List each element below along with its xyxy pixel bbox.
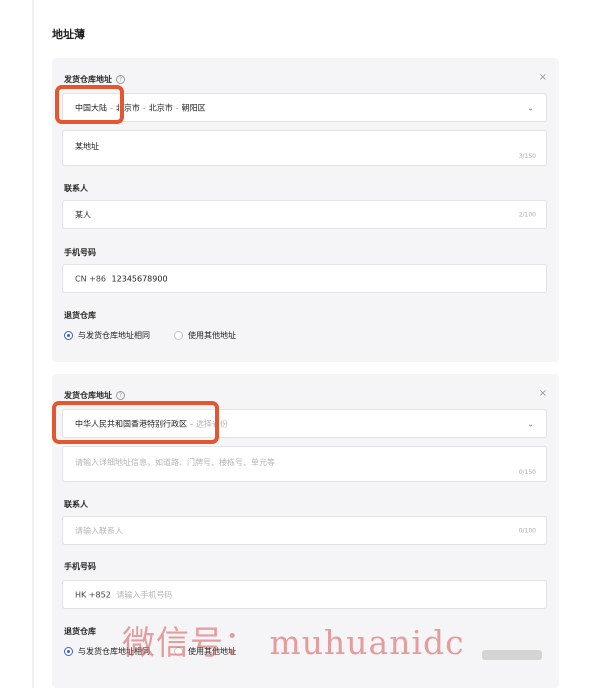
phone-value-wrap: HK +852 请输入手机号码: [75, 589, 172, 600]
region-select[interactable]: 中国大陆 - 北京市 - 北京市 - 朝阳区 ⌄: [62, 93, 547, 122]
help-icon[interactable]: ?: [116, 391, 125, 400]
phone-input[interactable]: HK +852 请输入手机号码: [62, 580, 547, 609]
phone-label: 手机号码: [64, 248, 96, 257]
contact-label: 联系人: [64, 500, 88, 509]
chevron-down-icon: ⌄: [527, 419, 534, 428]
address-detail-placeholder: 请输入详细地址信息，如道路、门牌号、楼栋号、单元等: [75, 458, 275, 467]
radio-selected-icon[interactable]: [64, 331, 73, 340]
address-card-1: 发货仓库地址 ? × 中国大陆 - 北京市 - 北京市 - 朝阳区 ⌄ 某地址 3/150 …: [52, 58, 559, 362]
radio-selected-icon[interactable]: [64, 647, 73, 656]
contact-value: 某人: [75, 210, 91, 219]
phone-placeholder: 请输入手机号码: [116, 590, 173, 599]
scrollbar-thumb[interactable]: [482, 650, 542, 660]
contact-input[interactable]: 请输入联系人 0/100: [62, 516, 547, 545]
phone-value-wrap: CN +86 12345678900: [75, 274, 168, 283]
contact-label: 联系人: [64, 184, 88, 193]
address-detail-input[interactable]: 某地址 3/150: [62, 130, 547, 166]
contact-char-counter: 0/100: [518, 527, 536, 534]
phone-country-code[interactable]: CN +86: [75, 274, 106, 283]
close-icon[interactable]: ×: [539, 73, 547, 83]
contact-char-counter: 2/100: [518, 211, 536, 218]
highlight-box-country: [55, 85, 124, 124]
chevron-down-icon: ⌄: [527, 103, 534, 112]
return-option-same[interactable]: 与发货仓库地址相同: [64, 330, 150, 341]
phone-country-code[interactable]: HK +852: [75, 590, 111, 599]
address-char-counter: 3/150: [518, 153, 536, 160]
address-detail-input[interactable]: 请输入详细地址信息，如道路、门牌号、楼栋号、单元等 0/150: [62, 446, 547, 482]
address-detail-value: 某地址: [75, 142, 99, 151]
contact-placeholder: 请输入联系人: [75, 526, 123, 535]
phone-input[interactable]: CN +86 12345678900: [62, 264, 547, 293]
warehouse-address-label-text: 发货仓库地址: [64, 75, 112, 84]
phone-label: 手机号码: [64, 562, 96, 571]
return-warehouse-label: 退货仓库: [64, 311, 96, 320]
radio-unselected-icon[interactable]: [174, 331, 183, 340]
contact-input[interactable]: 某人 2/100: [62, 200, 547, 229]
highlight-box-region: [52, 401, 219, 444]
return-warehouse-label: 退货仓库: [64, 627, 96, 636]
warehouse-address-label: 发货仓库地址 ?: [64, 74, 125, 85]
help-icon[interactable]: ?: [116, 75, 125, 84]
warehouse-address-label-text: 发货仓库地址: [64, 391, 112, 400]
warehouse-address-label: 发货仓库地址 ?: [64, 390, 125, 401]
left-divider: [32, 0, 34, 688]
page-title: 地址薄: [52, 28, 85, 41]
return-option-other[interactable]: 使用其他地址: [174, 330, 236, 341]
watermark: 微信号： muhuanidc: [122, 623, 465, 662]
address-char-counter: 0/150: [518, 469, 536, 476]
return-warehouse-options: 与发货仓库地址相同 使用其他地址: [64, 330, 254, 341]
close-icon[interactable]: ×: [539, 389, 547, 399]
phone-value: 12345678900: [111, 274, 168, 283]
